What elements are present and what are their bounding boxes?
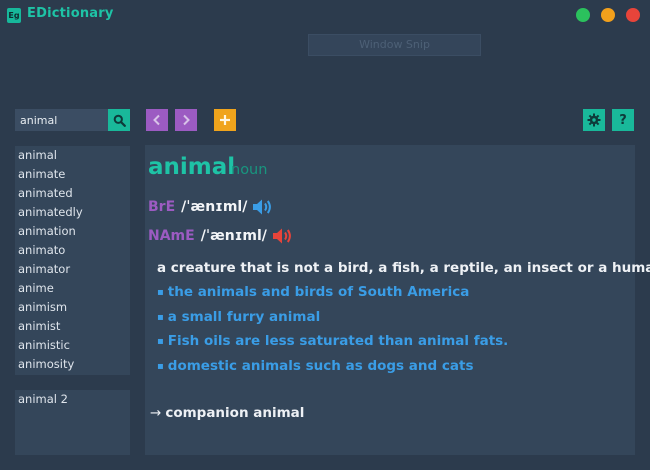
forward-button[interactable]	[175, 109, 197, 131]
word-list-item[interactable]: animation	[15, 222, 130, 241]
related-entry-link[interactable]: → companion animal	[150, 405, 304, 421]
word-list-item[interactable]: animist	[15, 317, 130, 336]
example-sentence: ▪ Fish oils are less saturated than anima…	[157, 333, 508, 358]
bullet-icon: ▪	[157, 287, 164, 298]
related-word-item[interactable]: animal 2	[15, 390, 130, 409]
word-list-item[interactable]: animatedly	[15, 203, 130, 222]
chevron-left-icon	[153, 114, 160, 126]
search-button[interactable]	[108, 109, 130, 131]
example-sentence: ▪ the animals and birds of South America	[157, 284, 508, 309]
maximize-button[interactable]	[601, 8, 615, 22]
word-list-item[interactable]: anime	[15, 279, 130, 298]
part-of-speech: noun	[231, 162, 268, 178]
word-list-item[interactable]: animism	[15, 298, 130, 317]
help-button[interactable]: ?	[612, 109, 634, 131]
pronunciation-name: NAmE /ˈænɪml/	[148, 226, 295, 246]
back-button[interactable]	[146, 109, 168, 131]
settings-button[interactable]	[583, 109, 605, 131]
pron-label-bre: BrE	[148, 199, 176, 215]
word-list-item[interactable]: animosity	[15, 355, 130, 374]
bullet-icon: ▪	[157, 311, 164, 323]
word-list-item[interactable]: animate	[15, 165, 130, 184]
example-text: the animals and birds of South America	[167, 284, 470, 300]
headword: animal	[148, 154, 236, 180]
entry-panel: animal noun BrE /ˈænɪml/ NAmE /ˈænɪml/ a…	[145, 145, 650, 455]
bullet-icon: ▪	[157, 360, 164, 372]
window-snip-overlay[interactable]: Window Snip	[308, 34, 481, 56]
related-word-list: animal 2	[15, 390, 130, 455]
definition: a creature that is not a bird, a fish, a…	[157, 260, 650, 276]
example-list: ▪ the animals and birds of South America ▪…	[157, 284, 508, 382]
pron-ipa-bre: /ˈænɪml/	[181, 199, 248, 215]
title-bar: Eg EDictionary	[0, 0, 650, 30]
close-button[interactable]	[626, 8, 640, 22]
add-button[interactable]	[214, 109, 236, 131]
speaker-icon-name[interactable]	[271, 226, 295, 246]
app-title: EDictionary	[27, 6, 114, 21]
bullet-icon: ▪	[157, 336, 164, 347]
speaker-icon-bre[interactable]	[251, 197, 275, 217]
related-entry-label: companion animal	[165, 405, 305, 421]
example-sentence: ▪ domestic animals such as dogs and cats	[157, 358, 508, 383]
chevron-right-icon	[183, 114, 190, 126]
example-text: Fish oils are less saturated than animal…	[167, 333, 509, 349]
arrow-right-icon: →	[150, 405, 162, 421]
word-list-item[interactable]: animator	[15, 260, 130, 279]
pron-ipa-name: /ˈænɪml/	[200, 228, 267, 244]
pronunciation-bre: BrE /ˈænɪml/	[148, 197, 275, 217]
pron-label-name: NAmE	[148, 228, 195, 244]
app-logo-icon: Eg	[7, 8, 21, 23]
word-list-item[interactable]: animistic	[15, 336, 130, 355]
example-sentence: ▪ a small furry animal	[157, 309, 508, 334]
word-list-item[interactable]: animato	[15, 241, 130, 260]
word-list-item[interactable]: animated	[15, 184, 130, 203]
search-input[interactable]	[15, 109, 108, 131]
search-icon	[113, 114, 126, 127]
example-text: domestic animals such as dogs and cats	[167, 357, 474, 374]
word-list-item[interactable]: animal	[15, 146, 130, 165]
plus-icon	[220, 115, 230, 125]
word-list: animal animate animated animatedly animation…	[15, 146, 130, 375]
example-text: a small furry animal	[167, 308, 321, 325]
minimize-button[interactable]	[576, 8, 590, 22]
gear-icon	[587, 113, 601, 127]
